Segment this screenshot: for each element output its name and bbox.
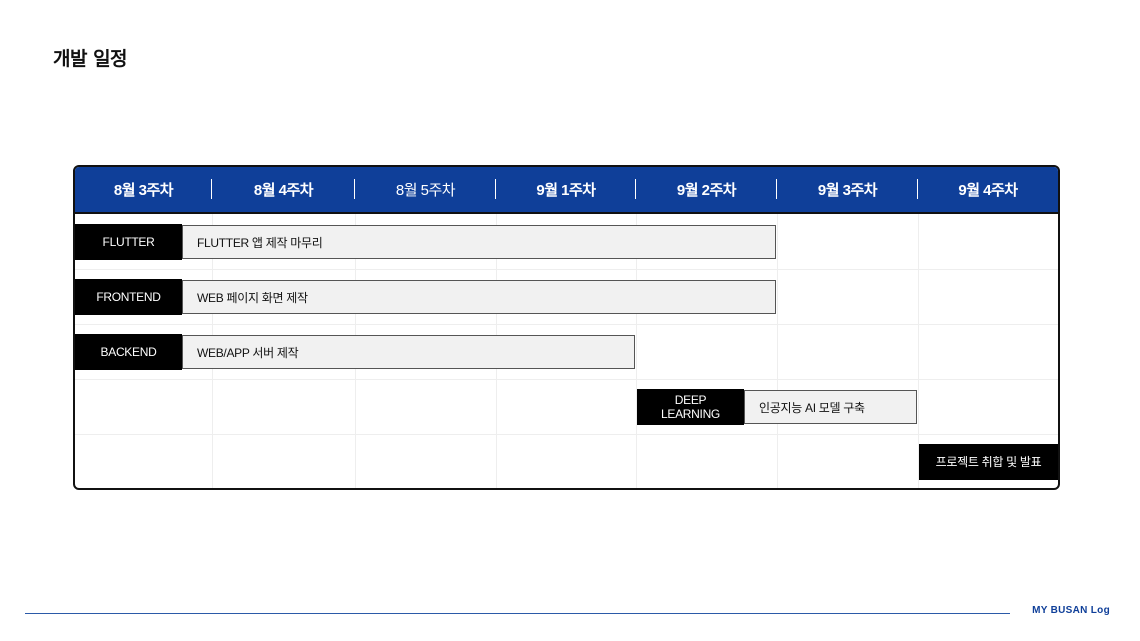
- task-bar-frontend: WEB 페이지 화면 제작: [182, 280, 776, 314]
- week-label: 9월 1주차: [536, 182, 596, 199]
- week-cell-6: 9월 3주차: [777, 167, 918, 212]
- week-cell-7: 9월 4주차: [918, 167, 1058, 212]
- week-label: 8월 3주차: [113, 182, 174, 199]
- week-label: 8월 4주차: [253, 182, 314, 199]
- task-bar-deep-learning: 인공지능 AI 모델 구축: [744, 390, 917, 424]
- task-label-deep-learning: DEEP LEARNING: [637, 389, 744, 425]
- footer-brand: MY BUSAN Log: [1032, 605, 1110, 616]
- week-label: 9월 4주차: [958, 182, 1018, 199]
- schedule-table: 8월 3주차 8월 4주차 8월 5주차 9월 1주차 9월 2주차 9월 3주…: [73, 165, 1060, 490]
- grid-line-horizontal: [75, 269, 1058, 270]
- task-bar-flutter: FLUTTER 앱 제작 마무리: [182, 225, 776, 259]
- grid-line-vertical: [777, 214, 778, 488]
- week-cell-3: 8월 5주차: [355, 167, 496, 212]
- task-label-frontend: FRONTEND: [75, 279, 182, 315]
- week-cell-1: 8월 3주차: [75, 167, 212, 212]
- grid-line-horizontal: [75, 379, 1058, 380]
- week-label: 9월 2주차: [676, 182, 737, 199]
- page-title: 개발 일정: [53, 48, 128, 70]
- task-label-flutter: FLUTTER: [75, 224, 182, 260]
- task-label-project-presentation: 프로젝트 취합 및 발표: [919, 444, 1058, 480]
- week-label: 8월 5주차: [395, 182, 456, 199]
- task-bar-backend: WEB/APP 서버 제작: [182, 335, 635, 369]
- footer-divider: [25, 613, 1010, 614]
- week-label: 9월 3주차: [817, 182, 878, 199]
- week-cell-5: 9월 2주차: [636, 167, 777, 212]
- week-cell-4: 9월 1주차: [496, 167, 636, 212]
- grid-line-horizontal: [75, 324, 1058, 325]
- task-label-backend: BACKEND: [75, 334, 182, 370]
- week-cell-2: 8월 4주차: [212, 167, 355, 212]
- grid-line-horizontal: [75, 434, 1058, 435]
- week-header: 8월 3주차 8월 4주차 8월 5주차 9월 1주차 9월 2주차 9월 3주…: [75, 167, 1058, 214]
